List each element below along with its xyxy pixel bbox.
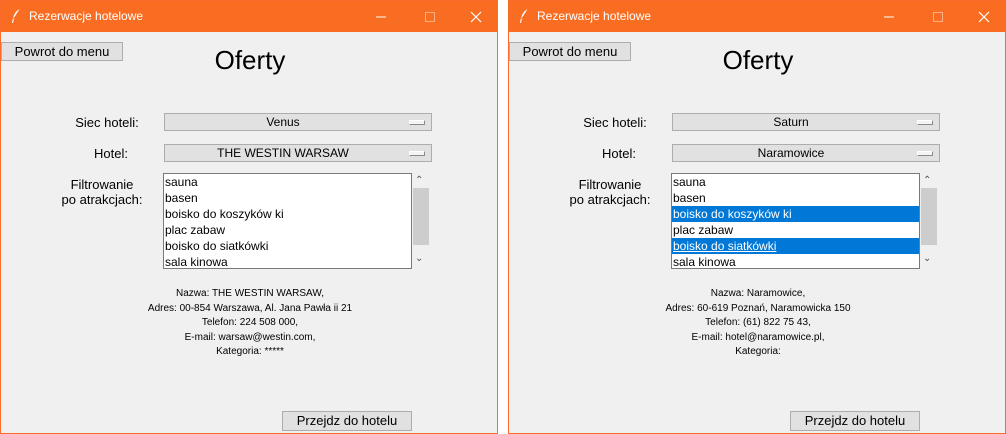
list-item[interactable]: sala kinowa [672,254,919,270]
title-bar[interactable]: Rezerwacje hotelowe [509,1,1005,32]
hotel-info-email: E-mail: hotel@naramowice.pl, [691,331,825,343]
close-icon [470,11,482,23]
hotel-info: Nazwa: Naramowice, Adres: 60-619 Poznań,… [509,287,1005,360]
maximize-icon [425,12,435,22]
hotel-label: Hotel: [94,146,128,161]
go-to-hotel-button[interactable]: Przejdz do hotelu [282,411,412,431]
list-item[interactable]: basen [164,190,411,206]
hotel-info-email: E-mail: warsaw@westin.com, [184,331,316,343]
list-item[interactable]: boisko do siatkówki [164,238,411,254]
filter-label-line-2: po atrakcjach: [61,192,143,207]
hotel-info: Nazwa: THE WESTIN WARSAW, Adres: 00-854 … [1,287,497,360]
hotel-dropdown[interactable]: THE WESTIN WARSAW [164,144,432,162]
scroll-down-icon[interactable]: ⌄ [415,253,423,264]
scrollbar-thumb[interactable] [413,188,429,245]
close-button[interactable] [453,1,497,32]
close-button[interactable] [961,1,1005,32]
dropdown-indicator-icon [917,151,933,156]
close-icon [978,11,990,23]
hotel-info-category: Kategoria: [735,346,781,358]
list-item[interactable]: sauna [672,174,919,190]
hotel-info-name: Nazwa: Naramowice, [710,288,806,299]
page-title: Oferty [214,45,286,75]
minimize-button[interactable] [866,1,912,32]
dropdown-indicator-icon [409,151,425,156]
attractions-scrollbar[interactable]: ⌃ ⌄ [412,173,430,269]
hotel-value: THE WESTIN WARSAW [217,146,349,160]
attraction-filter-label: Filtrowanie po atrakcjach: [555,177,665,207]
hotel-chain-dropdown[interactable]: Venus [164,113,432,131]
filter-label-line-2: po atrakcjach: [569,192,651,207]
window-title: Rezerwacje hotelowe [537,9,652,23]
hotel-chain-label: Siec hoteli: [75,115,139,130]
hotel-info-name: Nazwa: THE WESTIN WARSAW, [176,288,324,299]
maximize-button[interactable] [915,1,961,32]
hotel-dropdown[interactable]: Naramowice [672,144,940,162]
list-item[interactable]: plac zabaw [164,222,411,238]
page-title: Oferty [722,45,794,75]
hotel-chain-value: Venus [266,115,300,129]
hotel-chain-label: Siec hoteli: [583,115,647,130]
attractions-listbox[interactable]: sauna basen boisko do koszyków ki plac z… [163,173,412,269]
dropdown-indicator-icon [409,120,425,125]
scrollbar-thumb[interactable] [921,188,937,245]
hotel-value: Naramowice [757,146,825,160]
minimize-icon [376,16,386,18]
feather-icon [12,8,21,23]
go-to-hotel-button[interactable]: Przejdz do hotelu [790,411,920,431]
hotel-info-address: Adres: 00-854 Warszawa, Al. Jana Pawła i… [147,302,353,314]
hotel-chain-value: Saturn [773,115,809,129]
hotel-info-address: Adres: 60-619 Poznań, Naramowicka 150 [665,302,851,314]
scroll-up-icon[interactable]: ⌃ [923,175,931,186]
list-item-selected[interactable]: boisko do koszyków ki [672,206,919,222]
hotel-info-phone: Telefon: (61) 822 75 43, [705,317,811,329]
scroll-up-icon[interactable]: ⌃ [415,175,423,186]
list-item[interactable]: plac zabaw [672,222,919,238]
list-item[interactable]: sala kinowa [164,254,411,270]
window-title: Rezerwacje hotelowe [29,9,144,23]
list-item[interactable]: basen [672,190,919,206]
dropdown-indicator-icon [917,120,933,125]
list-item[interactable]: sauna [164,174,411,190]
filter-label-line-1: Filtrowanie [70,177,134,192]
app-window-venus: Rezerwacje hotelowe Powrot do menu Ofert… [0,0,498,434]
list-item[interactable]: boisko do koszyków ki [164,206,411,222]
minimize-icon [884,16,894,18]
hotel-chain-dropdown[interactable]: Saturn [672,113,940,131]
maximize-icon [933,12,943,22]
attraction-filter-label: Filtrowanie po atrakcjach: [47,177,157,207]
hotel-info-category: Kategoria: ***** [216,346,284,358]
maximize-button[interactable] [407,1,453,32]
title-bar[interactable]: Rezerwacje hotelowe [1,1,497,32]
hotel-info-phone: Telefon: 224 508 000, [201,317,299,329]
attractions-listbox[interactable]: sauna basen boisko do koszyków ki plac z… [671,173,920,269]
feather-icon [520,8,529,23]
attractions-scrollbar[interactable]: ⌃ ⌄ [920,173,938,269]
minimize-button[interactable] [358,1,404,32]
scroll-down-icon[interactable]: ⌄ [923,253,931,264]
app-window-saturn: Rezerwacje hotelowe Powrot do menu Ofert… [508,0,1006,434]
filter-label-line-1: Filtrowanie [578,177,642,192]
hotel-label: Hotel: [602,146,636,161]
list-item-selected[interactable]: boisko do siatkówki [672,238,919,254]
